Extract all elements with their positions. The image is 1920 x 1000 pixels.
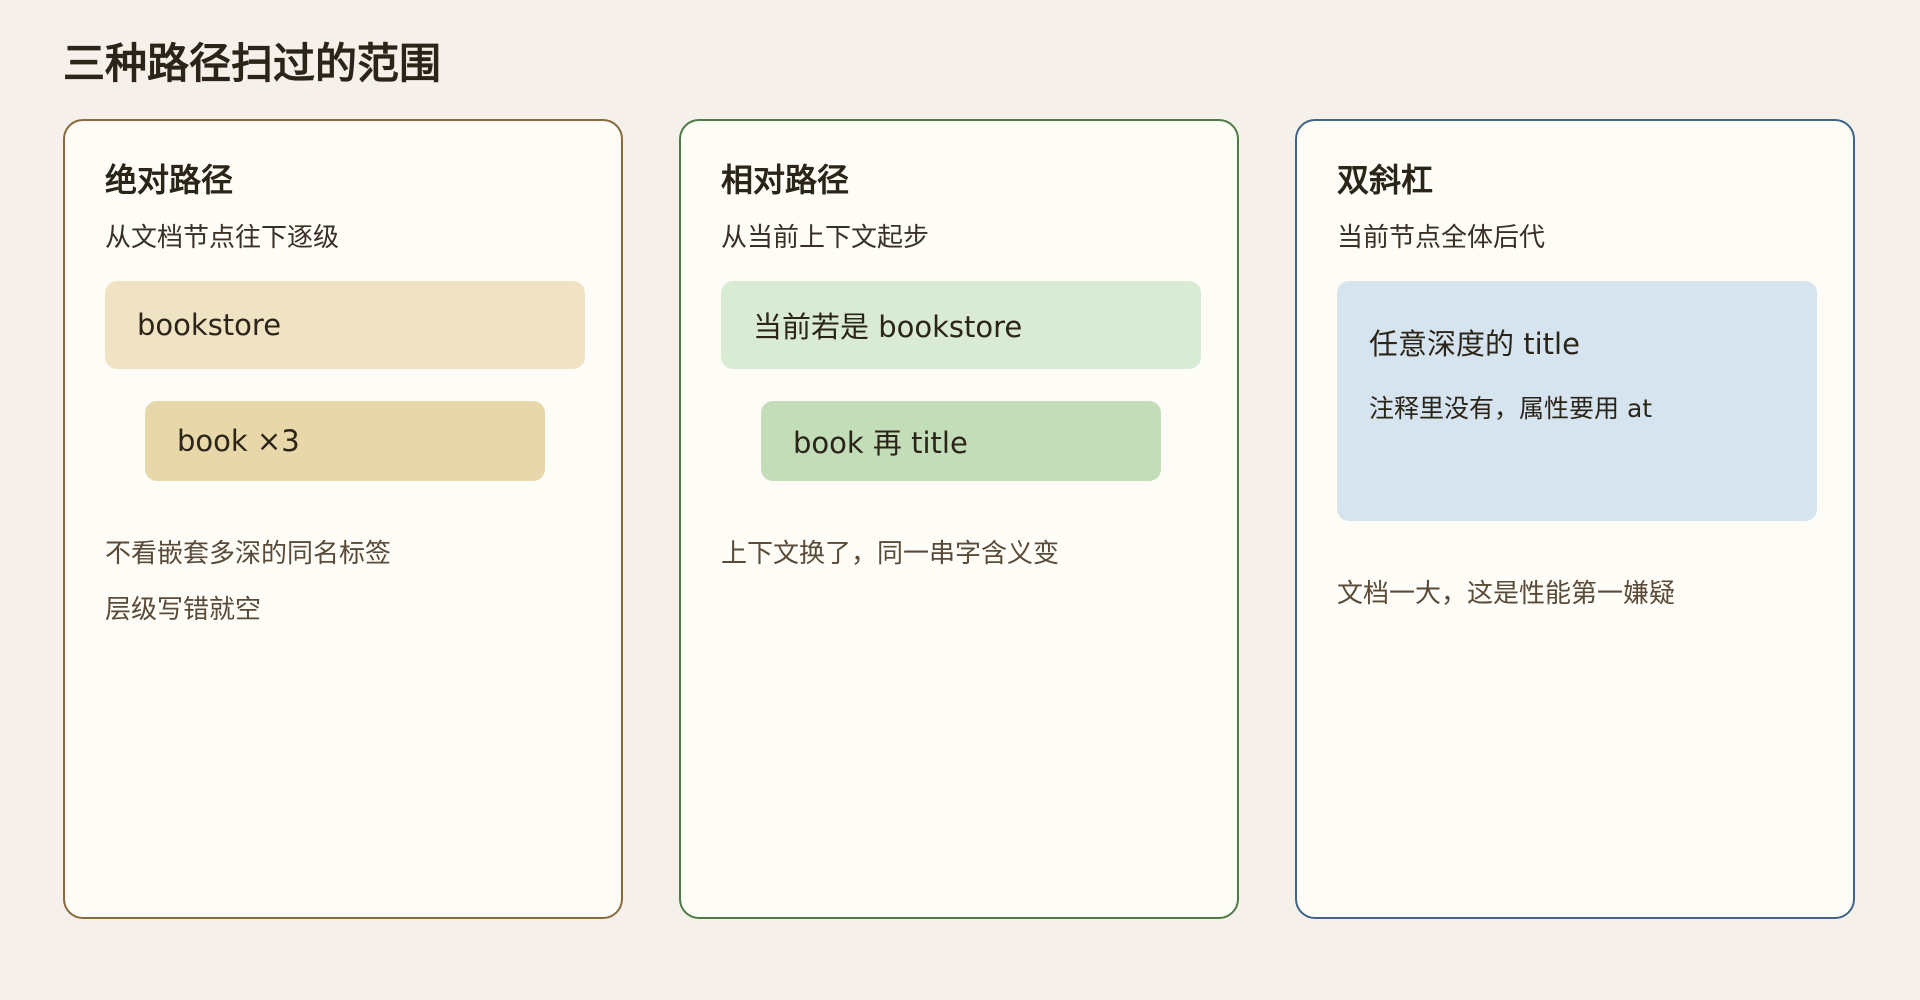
panel-subtitle: 从当前上下文起步 — [721, 223, 930, 253]
page-title: 三种路径扫过的范围 — [63, 39, 442, 88]
scope-box-inner: book ×3 — [145, 401, 545, 481]
scope-box-label: 任意深度的 title — [1369, 327, 1580, 361]
panel-relative-path: 相对路径 从当前上下文起步 当前若是 bookstore book 再 titl… — [679, 119, 1239, 919]
panel-double-slash: 双斜杠 当前节点全体后代 任意深度的 title 注释里没有，属性要用 at 文… — [1295, 119, 1855, 919]
panel-title: 相对路径 — [721, 161, 850, 199]
panel-note: 上下文换了，同一串字含义变 — [721, 539, 1060, 569]
scope-box-label: book 再 title — [793, 426, 968, 460]
panel-subtitle: 当前节点全体后代 — [1337, 223, 1546, 253]
panel-title: 双斜杠 — [1337, 161, 1434, 199]
panel-title: 绝对路径 — [105, 161, 234, 199]
panel-note: 文档一大，这是性能第一嫌疑 — [1337, 579, 1676, 609]
panel-note: 层级写错就空 — [105, 595, 262, 625]
panel-note: 不看嵌套多深的同名标签 — [105, 539, 392, 569]
scope-box-inner: book 再 title — [761, 401, 1161, 481]
scope-box-label: 当前若是 bookstore — [753, 310, 1023, 344]
scope-box-label: book ×3 — [177, 424, 300, 458]
scope-box-detail: 注释里没有，属性要用 at — [1369, 394, 1653, 423]
scope-box-label: bookstore — [137, 308, 282, 342]
panel-subtitle: 从文档节点往下逐级 — [105, 223, 340, 253]
panel-absolute-path: 绝对路径 从文档节点往下逐级 bookstore book ×3 不看嵌套多深的… — [63, 119, 623, 919]
scope-box-outer: 当前若是 bookstore — [721, 281, 1201, 369]
scope-box-descendants: 任意深度的 title 注释里没有，属性要用 at — [1337, 281, 1817, 521]
scope-box-outer: bookstore — [105, 281, 585, 369]
